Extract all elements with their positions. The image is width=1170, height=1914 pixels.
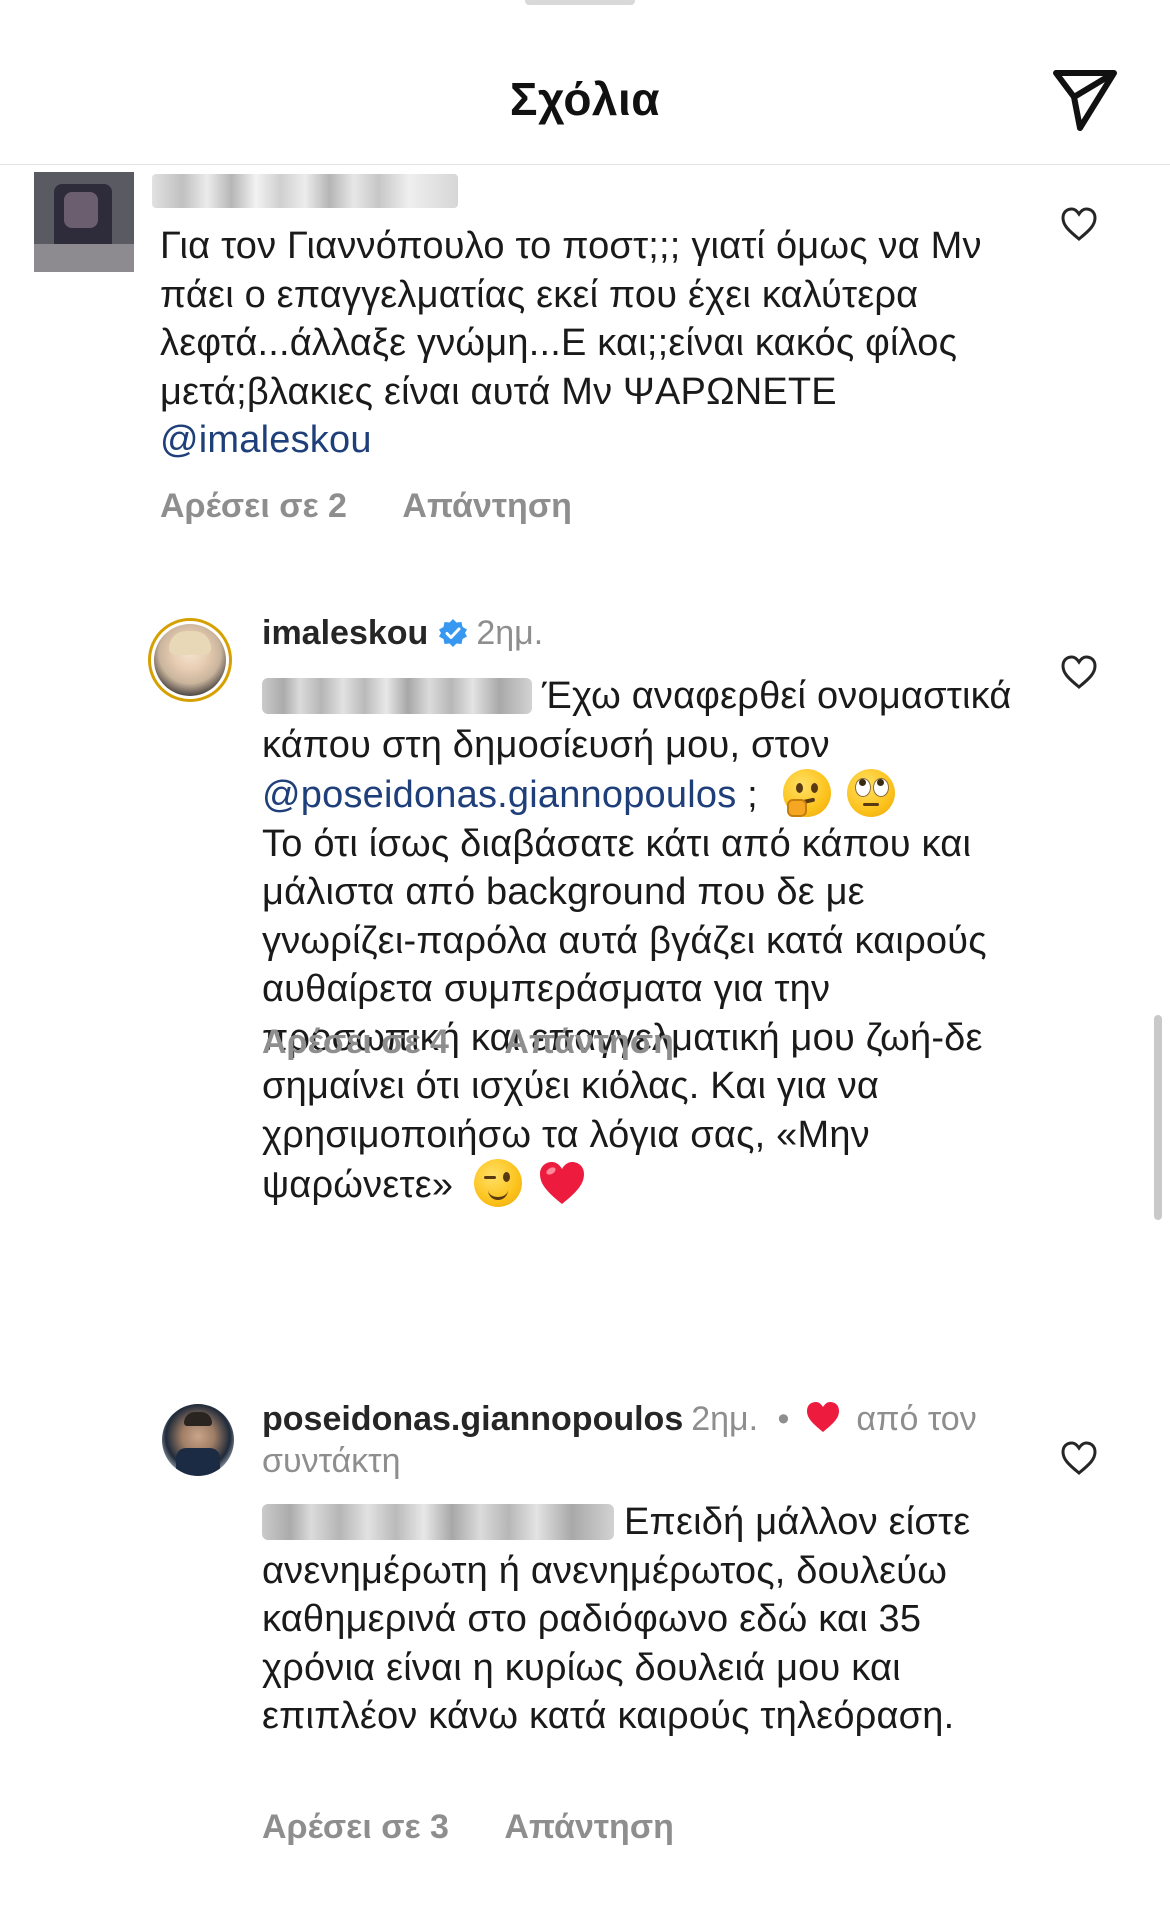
comment-text: Έχω αναφερθεί ονομαστικά κάπου στη δημοσ… [262,672,1022,1210]
verified-badge-icon [439,619,468,647]
reply-button[interactable]: Απάντηση [504,1808,673,1846]
heart-icon[interactable] [1060,1440,1098,1476]
avatar[interactable] [148,618,232,702]
thinking-face-icon [782,769,831,817]
mention-link[interactable]: @poseidonas.giannopoulos [262,774,736,816]
separator-dot: • [777,1400,790,1438]
blurred-mention [262,1504,614,1540]
mention-link[interactable]: @imaleskou [160,419,372,461]
send-icon[interactable] [1050,64,1120,134]
blurred-username [152,174,458,208]
username[interactable]: imaleskou [262,614,428,652]
comment-punctuation: ; [736,774,758,816]
blurred-mention [262,678,532,714]
avatar[interactable] [34,172,134,272]
comment-item: poseidonas.giannopoulos 2ημ. • από τον συ… [0,1396,1170,1876]
eye-roll-face-icon [847,769,896,817]
red-heart-icon [539,1162,584,1204]
timestamp: 2ημ. [476,614,544,652]
heart-icon[interactable] [1060,206,1098,242]
comment-item: Για τον Γιαννόπουλο το ποστ;;; γιατί όμω… [0,164,1170,534]
likes-count[interactable]: Αρέσει σε 2 [160,487,347,525]
avatar[interactable] [162,1404,234,1476]
page-title: Σχόλια [509,73,661,125]
comment-header: poseidonas.giannopoulos 2ημ. • από τον συ… [262,1398,1022,1482]
reply-button[interactable]: Απάντηση [402,487,571,525]
comment-meta: Αρέσει σε 3 Απάντηση [262,1808,674,1847]
comment-item: imaleskou 2ημ. Έχω αναφερθεί ονομαστικά … [0,610,1170,1350]
comment-body: Για τον Γιαννόπουλο το ποστ;;; γιατί όμω… [160,225,982,413]
header: Σχόλια [0,0,1170,165]
likes-count[interactable]: Αρέσει σε 3 [262,1808,449,1846]
winking-face-icon [473,1159,522,1207]
heart-icon[interactable] [1060,654,1098,690]
comment-meta: Αρέσει σε 2 Απάντηση [160,487,572,526]
timestamp: 2ημ. [691,1400,759,1438]
username[interactable]: poseidonas.giannopoulos [262,1400,683,1438]
reply-button[interactable]: Απάντηση [504,1023,673,1061]
liked-by-author-heart-icon [806,1402,839,1432]
comment-text: Επειδή μάλλον είστε ανενημέρωτη ή ανενημ… [262,1498,1032,1741]
comment-body-continued: Το ότι ίσως διαβάσατε κάτι από κάπου και… [262,822,987,1207]
likes-count[interactable]: Αρέσει σε 4 [262,1023,449,1061]
comment-text: Για τον Γιαννόπουλο το ποστ;;; γιατί όμω… [160,222,1010,465]
comment-header: imaleskou 2ημ. [262,612,543,654]
comment-meta: Αρέσει σε 4 Απάντηση [262,1023,674,1062]
